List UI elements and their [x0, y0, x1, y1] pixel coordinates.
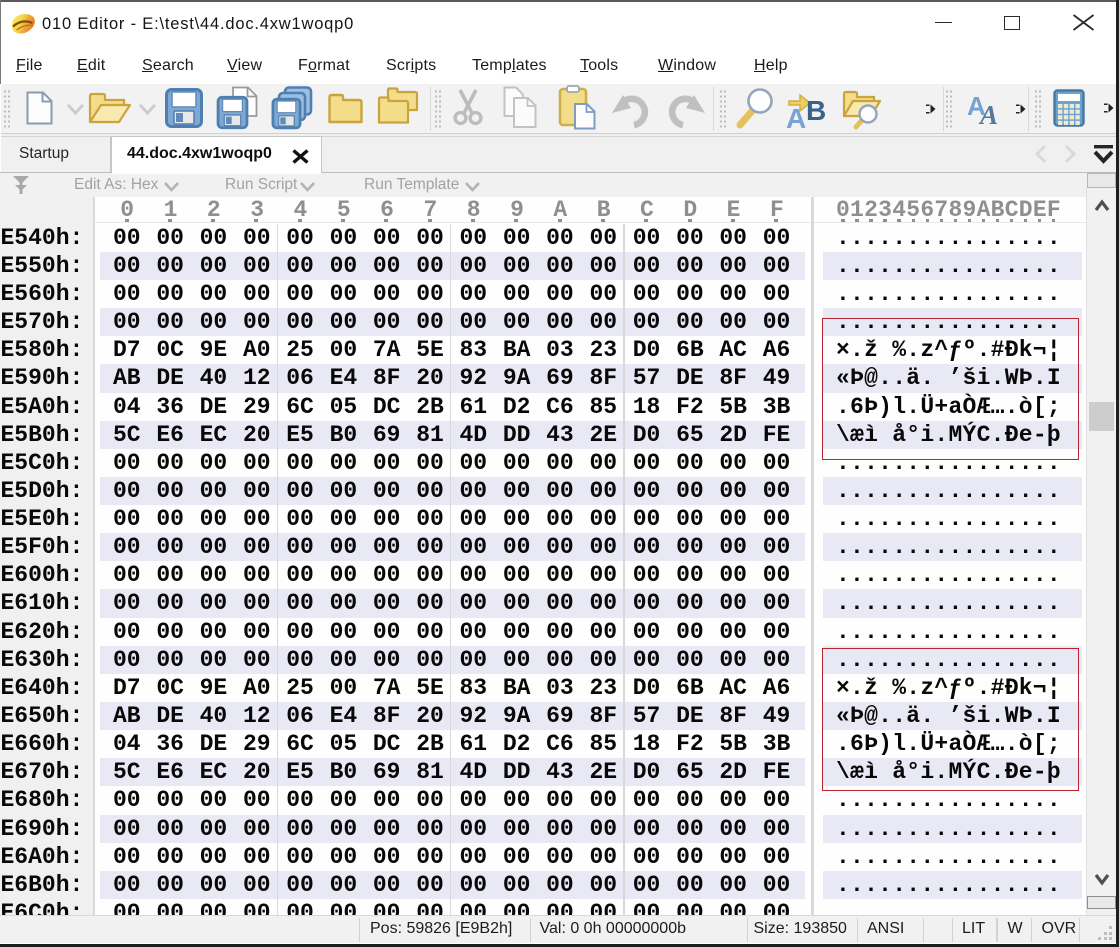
svg-text:A: A [978, 100, 998, 130]
svg-text:B: B [806, 95, 826, 126]
svg-text:A: A [786, 103, 806, 134]
